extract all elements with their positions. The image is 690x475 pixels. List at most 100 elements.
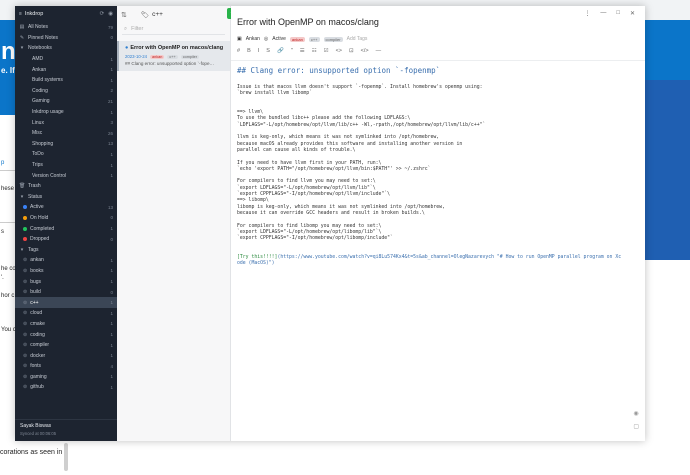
trash-icon: 🗑 [19, 183, 26, 190]
sidebar-tag[interactable]: ⊚ bugs 1 [15, 276, 117, 287]
filter-input[interactable]: Filter [131, 26, 143, 32]
notebook-selector[interactable]: Ankan [246, 36, 260, 42]
sync-status: Synced at 00:06:05 [20, 431, 57, 436]
tag-icon: ⊚ [23, 384, 28, 391]
tag-chip: compiler [180, 54, 200, 59]
code-icon[interactable]: <> [336, 48, 342, 54]
sidebar-tag[interactable]: ⊚ gaming 1 [15, 372, 117, 383]
sidebar-status-item[interactable]: Completed 1 [15, 223, 117, 234]
link-url[interactable]: (https://www.youtube.com/watch?v=qi8Lu57… [277, 255, 621, 260]
window-controls: ⋮ — □ ✕ [584, 10, 635, 17]
background-text: s [1, 229, 4, 235]
sidebar-notebook[interactable]: Inkdrop usage 1 [15, 107, 117, 118]
tag-icon: ⊚ [23, 373, 28, 380]
sidebar-tag[interactable]: ⊚ github 1 [15, 382, 117, 393]
sidebar-status-item[interactable]: Dropped 0 [15, 234, 117, 245]
background-text: '. [1, 275, 4, 281]
sidebar-tag[interactable]: ⊚ build 0 [15, 287, 117, 298]
content-link-line[interactable]: ode (MacOS)") [237, 261, 639, 267]
sidebar-notebook[interactable]: Ankan 1 [15, 64, 117, 75]
menu-icon[interactable]: ≡ [19, 11, 22, 17]
tag-icon: ⊚ [23, 310, 28, 317]
sidebar-tag[interactable]: ⊚ cloud 1 [15, 308, 117, 319]
bold-icon[interactable]: B [247, 48, 251, 54]
sidebar-notebook[interactable]: ToDo 1 [15, 149, 117, 160]
sync-icon[interactable]: ⟳ [100, 11, 105, 17]
preview-eye-icon[interactable]: ◉ [634, 410, 639, 417]
sidebar-item-pinned[interactable]: ✎ Pinned Notes 0 [15, 33, 117, 44]
note-list-item[interactable]: ● Error with OpenMP on macos/clang 2023-… [117, 41, 230, 71]
sidebar-status-item[interactable]: On Hold 0 [15, 213, 117, 224]
sidebar-item-all-notes[interactable]: ▤ All Notes 79 [15, 22, 117, 33]
link-text[interactable]: [Try this!!!!] [237, 255, 277, 260]
sidebar-notebook[interactable]: Gaming 21 [15, 96, 117, 107]
sidebar-tags-header[interactable]: ▾ Tags [15, 244, 117, 255]
background-text: hor c [1, 293, 15, 299]
add-tags-input[interactable]: Add Tags [347, 36, 368, 42]
sort-icon[interactable]: ⇅ [121, 11, 127, 19]
sidebar-tag[interactable]: ⊚ docker 1 [15, 350, 117, 361]
sidebar-tag[interactable]: ⊚ cmake 1 [15, 319, 117, 330]
minimize-icon[interactable]: — [600, 10, 606, 17]
tag-chip[interactable]: compiler [323, 36, 343, 42]
note-list-header: ⇅ 🏷 c++ + [117, 6, 238, 23]
sidebar-tag[interactable]: ⊚ ankan 1 [15, 255, 117, 266]
editor-content[interactable]: ## Clang error: unsupported option `-fop… [237, 66, 639, 268]
sidebar-notebook[interactable]: Shopping 13 [15, 139, 117, 150]
note-list-pane: ⇅ 🏷 c++ + ⌕ Filter ● Error with OpenMP o… [117, 6, 238, 441]
tag-chip[interactable]: ankan [289, 36, 305, 42]
sidebar-tag-active[interactable]: ⊚ c++ 1 [15, 297, 117, 309]
sidebar-tag[interactable]: ⊚ coding 1 [15, 329, 117, 340]
sidebar-tag[interactable]: ⊚ fonts 4 [15, 361, 117, 372]
checklist-icon[interactable]: ☑ [324, 48, 329, 54]
background-text: he co [1, 266, 16, 272]
sidebar-status-header[interactable]: ▾ Status [15, 192, 117, 203]
sidebar-status-item[interactable]: Active 13 [15, 202, 117, 213]
sidebar-footer[interactable]: Sayak Biswas Synced at 00:06:05 [15, 419, 117, 441]
chevron-down-icon: ▾ [20, 193, 24, 200]
status-dropped-icon [23, 237, 27, 242]
note-title[interactable]: Error with OpenMP on macos/clang [237, 17, 379, 27]
background-bottom-area [0, 440, 690, 475]
account-icon[interactable]: ◉ [108, 11, 113, 17]
sidebar-item-trash[interactable]: 🗑 Trash [15, 181, 117, 192]
sidebar-tag[interactable]: ⊚ books 1 [15, 266, 117, 277]
more-icon[interactable]: ⋮ [584, 10, 590, 17]
italic-icon[interactable]: I [258, 48, 260, 54]
code-block-icon[interactable]: </> [361, 48, 369, 54]
sidebar-notebook[interactable]: Coding 2 [15, 86, 117, 97]
status-selector[interactable]: Active [272, 36, 286, 42]
sidebar-notebook[interactable]: Trips 1 [15, 160, 117, 171]
horizontal-rule-icon[interactable]: — [376, 48, 382, 54]
heading-icon[interactable]: # [237, 48, 240, 54]
sidebar-notebook[interactable]: AMD 1 [15, 54, 117, 65]
sidebar-notebook[interactable]: Version Control 1 [15, 170, 117, 181]
sidebar: ≡ Inkdrop ⟳ ◉ ▤ All Notes 79 ✎ Pinned No… [15, 6, 117, 441]
sidebar-tag[interactable]: ⊚ compiler 1 [15, 340, 117, 351]
tag-icon: ⊚ [23, 342, 28, 349]
sidebar-notebook[interactable]: Misc 26 [15, 128, 117, 139]
background-divider [0, 170, 15, 171]
strikethrough-icon[interactable]: S [266, 48, 270, 54]
image-icon[interactable]: ⊡ [349, 48, 354, 54]
background-scrollbar[interactable] [64, 443, 68, 471]
sidebar-notebook[interactable]: Linux 3 [15, 117, 117, 128]
link-icon[interactable]: 🔗 [277, 48, 284, 54]
maximize-icon[interactable]: □ [616, 10, 620, 17]
link-url[interactable]: ode (MacOS)") [237, 261, 275, 266]
bullet-list-icon[interactable]: ☰ [300, 48, 305, 54]
sidebar-notebooks-header[interactable]: ▾ Notebooks [15, 43, 117, 54]
layout-icon[interactable]: ▢ [633, 423, 639, 430]
sidebar-notebook[interactable]: Build systems 1 [15, 75, 117, 86]
background-link[interactable]: p [1, 160, 4, 166]
background-text: hese [1, 186, 15, 192]
status-icon: ◎ [263, 36, 269, 42]
tag-icon: ⊚ [23, 278, 28, 285]
close-icon[interactable]: ✕ [630, 10, 635, 17]
filter-bar[interactable]: ⌕ Filter [122, 24, 225, 35]
notebook-icon: ▣ [237, 36, 242, 42]
numbered-list-icon[interactable]: ☷ [312, 48, 317, 54]
tag-icon: ⊚ [23, 320, 28, 327]
tag-chip[interactable]: c++ [308, 36, 320, 42]
quote-icon[interactable]: " [291, 48, 293, 54]
